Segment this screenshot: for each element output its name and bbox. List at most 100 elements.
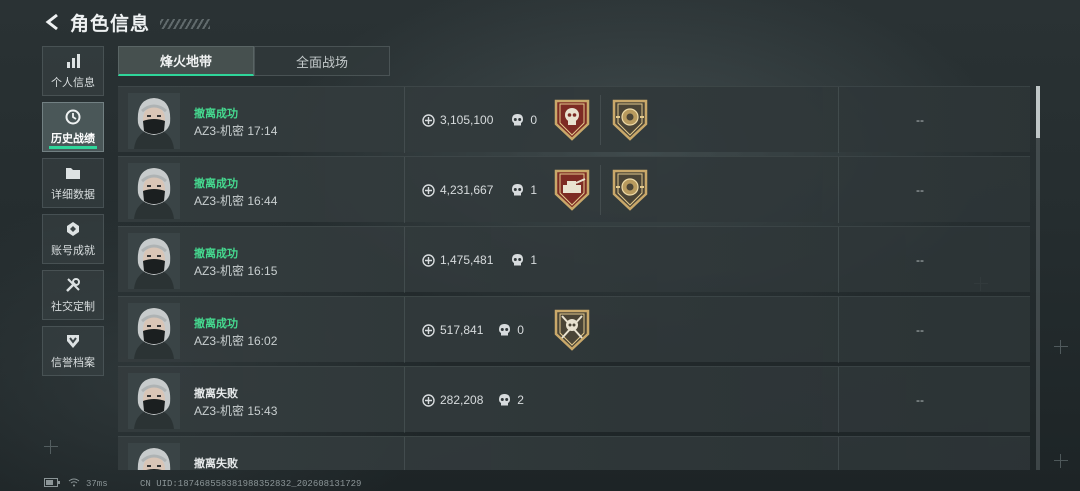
column-divider: [404, 87, 405, 153]
extra-info: --: [916, 253, 924, 267]
extraction-status: 撤离成功: [194, 318, 238, 330]
kills-icon: [498, 393, 511, 407]
asset-value: 517,841: [440, 323, 484, 337]
avatar: [128, 93, 180, 149]
column-divider: [838, 87, 839, 153]
match-record-row[interactable]: 撤离成功 AZ3-机密 16:15 1,475,481 1 --: [118, 226, 1030, 293]
battery-icon: [44, 478, 60, 490]
sidebar-item-label: 历史战绩: [51, 133, 95, 145]
kill-count: 1: [530, 183, 538, 197]
folder-icon: [64, 164, 82, 182]
kills-icon: [498, 323, 511, 337]
column-divider: [404, 437, 405, 470]
kill-count: 1: [530, 253, 538, 267]
kills-icon: [511, 183, 524, 197]
asset-value: 282,208: [440, 393, 484, 407]
sidebar-item-credit-record[interactable]: 信誉档案: [42, 326, 104, 376]
column-divider: [404, 157, 405, 223]
avatar: [128, 443, 180, 470]
extra-info: --: [916, 183, 924, 197]
extraction-status: 撤离成功: [194, 248, 238, 260]
map-and-time: AZ3-机密 16:02: [194, 334, 278, 348]
column-divider: [404, 227, 405, 293]
sidebar-item-achievements[interactable]: 账号成就: [42, 214, 104, 264]
avatar: [128, 163, 180, 219]
extraction-status: 撤离失败: [194, 458, 238, 470]
wifi-icon: [68, 478, 80, 490]
player-avatar-image: [128, 303, 180, 359]
tab-full-battlefield[interactable]: 全面战场: [254, 46, 390, 76]
extra-info: --: [916, 113, 924, 127]
badge-divider: [600, 95, 601, 145]
avatar: [128, 233, 180, 289]
player-avatar-image: [128, 93, 180, 149]
history-clock-icon: [64, 108, 82, 126]
asset-value-icon: [422, 114, 435, 127]
player-avatar-image: [128, 373, 180, 429]
match-history-list: 撤离成功 AZ3-机密 17:14 3,105,100 0 -- 撤离成功 AZ3-机密 1…: [118, 86, 1030, 470]
tab-hazard-zone[interactable]: 烽火地带: [118, 46, 254, 76]
sidebar-item-label: 社交定制: [51, 301, 95, 313]
match-record-row[interactable]: 撤离成功 AZ3-机密 16:02 517,841 0 --: [118, 296, 1030, 363]
column-divider: [404, 367, 405, 433]
match-record-row[interactable]: 撤离失败: [118, 436, 1030, 470]
red-shield-skull-badge: [552, 98, 592, 142]
column-divider: [404, 297, 405, 363]
scrollbar-thumb[interactable]: [1036, 86, 1040, 138]
match-record-row[interactable]: 撤离成功 AZ3-机密 17:14 3,105,100 0 --: [118, 86, 1030, 153]
shield-badge-icon: [64, 332, 82, 350]
badge-divider: [600, 165, 601, 215]
asset-value-icon: [422, 324, 435, 337]
sidebar-item-label: 详细数据: [51, 189, 95, 201]
sidebar-item-detailed-data[interactable]: 详细数据: [42, 158, 104, 208]
sidebar-item-label: 信誉档案: [51, 357, 95, 369]
asset-value: 1,475,481: [440, 253, 494, 267]
tools-icon: [64, 276, 82, 294]
extraction-status: 撤离成功: [194, 108, 238, 120]
column-divider: [838, 437, 839, 470]
background-mark: [1054, 454, 1068, 468]
map-and-time: AZ3-机密 15:43: [194, 404, 278, 418]
status-bar: 37ms CN UID:187468558381988352832_202608…: [0, 477, 1080, 491]
gold-emblem-badge: [610, 98, 650, 142]
map-and-time: AZ3-机密 17:14: [194, 124, 278, 138]
back-button[interactable]: [40, 9, 66, 35]
asset-value: 4,231,667: [440, 183, 494, 197]
extra-info: --: [916, 323, 924, 337]
match-record-row[interactable]: 撤离成功 AZ3-机密 16:44 4,231,667 1 --: [118, 156, 1030, 223]
background-mark: [1054, 340, 1068, 354]
medal-icon: [64, 220, 82, 238]
gold-emblem-badge: [610, 168, 650, 212]
scrollbar[interactable]: [1036, 86, 1040, 470]
player-avatar-image: [128, 443, 180, 470]
column-divider: [838, 157, 839, 223]
sidebar-item-label: 个人信息: [51, 77, 95, 89]
avatar: [128, 303, 180, 359]
extraction-status: 撤离失败: [194, 388, 238, 400]
map-and-time: AZ3-机密 16:15: [194, 264, 278, 278]
back-arrow-icon: [45, 13, 58, 31]
extraction-status: 撤离成功: [194, 178, 238, 190]
skull-crossed-rifles-badge: [552, 308, 592, 352]
column-divider: [838, 297, 839, 363]
red-tank-badge: [552, 168, 592, 212]
asset-value: 3,105,100: [440, 113, 494, 127]
player-avatar-image: [128, 163, 180, 219]
sidebar-item-personal-info[interactable]: 个人信息: [42, 46, 104, 96]
title-decoration: [160, 19, 211, 29]
uid-text: CN UID:187468558381988352832_20260813172…: [140, 479, 362, 489]
sidebar-item-social[interactable]: 社交定制: [42, 270, 104, 320]
mode-tabs: 烽火地带 全面战场: [118, 46, 390, 76]
kills-icon: [511, 113, 524, 127]
sidebar-item-label: 账号成就: [51, 245, 95, 257]
column-divider: [838, 227, 839, 293]
player-avatar-image: [128, 233, 180, 289]
kill-count: 0: [530, 113, 538, 127]
header: 角色信息: [40, 6, 211, 38]
kill-count: 0: [517, 323, 524, 337]
kills-icon: [511, 253, 524, 267]
map-and-time: AZ3-机密 16:44: [194, 194, 278, 208]
bar-chart-icon: [64, 52, 82, 70]
match-record-row[interactable]: 撤离失败 AZ3-机密 15:43 282,208 2 --: [118, 366, 1030, 433]
sidebar-item-history[interactable]: 历史战绩: [42, 102, 104, 152]
